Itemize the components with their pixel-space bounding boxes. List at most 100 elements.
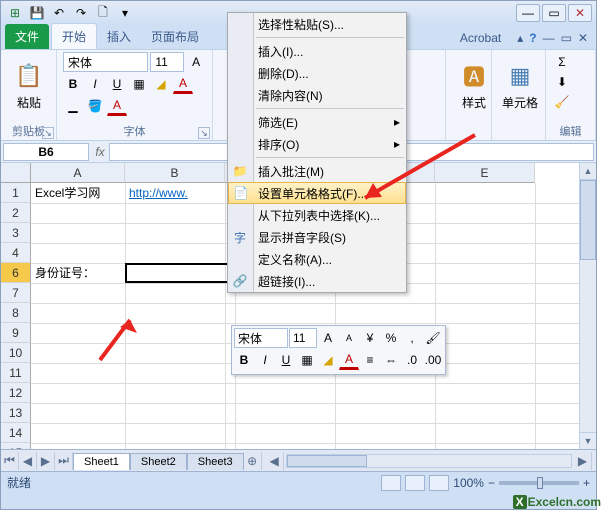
underline-button[interactable]: U	[107, 74, 127, 94]
minimize-button[interactable]: —	[516, 4, 540, 22]
styles-button[interactable]: 🅰 样式	[452, 52, 496, 118]
menu-phonetic[interactable]: 字显示拼音字段(S)	[228, 226, 406, 248]
mini-dec-dec[interactable]: .00	[423, 350, 443, 370]
sheet-tab-3[interactable]: Sheet3	[187, 453, 244, 470]
new-sheet-button[interactable]: ⊕	[244, 452, 262, 470]
mini-grow-font[interactable]: A	[318, 328, 338, 348]
row-header-selected[interactable]: 6	[1, 263, 31, 283]
row-header[interactable]: 3	[1, 223, 31, 243]
mini-font-color[interactable]: A	[339, 350, 359, 370]
doc-max-button[interactable]: ▭	[561, 31, 572, 45]
menu-hyperlink[interactable]: 🔗超链接(I)...	[228, 270, 406, 292]
row-header[interactable]: 11	[1, 363, 31, 383]
menu-dropdown-select[interactable]: 从下拉列表中选择(K)...	[228, 204, 406, 226]
fx-icon[interactable]: fx	[91, 145, 109, 159]
mini-border[interactable]: ▦	[297, 350, 317, 370]
menu-format-cells[interactable]: 📄设置单元格格式(F)..	[228, 182, 406, 204]
view-layout-button[interactable]	[405, 475, 425, 491]
col-header-a[interactable]: A	[31, 163, 125, 183]
cell-a1[interactable]: Excel学习网	[33, 183, 102, 203]
col-header-e[interactable]: E	[435, 163, 535, 183]
sheet-nav-first[interactable]: ⏮	[1, 452, 19, 470]
zoom-slider[interactable]	[499, 481, 579, 485]
row-header[interactable]: 13	[1, 403, 31, 423]
border-button[interactable]: ▦	[129, 74, 149, 94]
menu-clear[interactable]: 清除内容(N)	[228, 84, 406, 106]
close-button[interactable]: ✕	[568, 4, 592, 22]
tab-file[interactable]: 文件	[5, 24, 49, 49]
row-header[interactable]: 7	[1, 283, 31, 303]
mini-size-combo[interactable]: 11	[289, 328, 317, 348]
clipboard-launcher[interactable]: ↘	[42, 127, 54, 139]
fill-color2-button[interactable]: 🪣	[85, 96, 105, 116]
scroll-down-icon[interactable]: ▼	[580, 432, 596, 449]
doc-close-button[interactable]: ✕	[578, 31, 588, 45]
sheet-nav-prev[interactable]: ◀	[19, 452, 37, 470]
mini-fill-color[interactable]: ◢	[318, 350, 338, 370]
mini-merge[interactable]: ⇔	[381, 350, 401, 370]
row-header[interactable]: 10	[1, 343, 31, 363]
hscroll-right[interactable]: ▶	[574, 452, 592, 470]
clear-button[interactable]: 🧹	[552, 92, 572, 112]
vertical-scrollbar[interactable]: ▲ ▼	[579, 163, 596, 449]
bold-button[interactable]: B	[63, 74, 83, 94]
scroll-thumb[interactable]	[580, 180, 596, 260]
sheet-tab-2[interactable]: Sheet2	[130, 453, 187, 470]
grow-font-button[interactable]: A	[186, 52, 206, 72]
mini-comma[interactable]: ,	[402, 328, 422, 348]
mini-bold[interactable]: B	[234, 350, 254, 370]
italic-button[interactable]: I	[85, 74, 105, 94]
sheet-tab-1[interactable]: Sheet1	[73, 453, 130, 470]
maximize-button[interactable]: ▭	[542, 4, 566, 22]
mini-dec-inc[interactable]: .0	[402, 350, 422, 370]
row-header[interactable]: 15	[1, 443, 31, 449]
hscroll-left[interactable]: ◀	[266, 452, 284, 470]
cells-button[interactable]: ▦ 单元格	[498, 52, 542, 118]
new-button[interactable]: 🗋	[93, 3, 113, 23]
cell-a6[interactable]: 身份证号：	[33, 263, 97, 283]
menu-paste-special[interactable]: 选择性粘贴(S)...	[228, 13, 406, 35]
paste-button[interactable]: 📋 粘贴	[7, 52, 51, 118]
redo-button[interactable]: ↷	[71, 3, 91, 23]
row-header[interactable]: 4	[1, 243, 31, 263]
cell-b1-link[interactable]: http://www.	[127, 183, 190, 203]
zoom-slider-thumb[interactable]	[537, 477, 543, 489]
tab-acrobat[interactable]: Acrobat	[450, 27, 511, 49]
qat-more-icon[interactable]: ▾	[115, 3, 135, 23]
doc-min-button[interactable]: —	[543, 31, 555, 45]
menu-define-name[interactable]: 定义名称(A)...	[228, 248, 406, 270]
hscroll-thumb[interactable]	[287, 455, 367, 467]
view-normal-button[interactable]	[381, 475, 401, 491]
menu-insert-comment[interactable]: 📁插入批注(M)	[228, 160, 406, 182]
tab-layout[interactable]: 页面布局	[141, 24, 209, 49]
select-all-corner[interactable]	[1, 163, 31, 183]
row-header[interactable]: 14	[1, 423, 31, 443]
sheet-nav-last[interactable]: ⏭	[55, 452, 73, 470]
zoom-out-button[interactable]: −	[488, 476, 495, 490]
mini-underline[interactable]: U	[276, 350, 296, 370]
menu-sort[interactable]: 排序(O)▸	[228, 133, 406, 155]
fill-button[interactable]: ⬇	[552, 72, 572, 92]
excel-icon[interactable]: ⊞	[5, 3, 25, 23]
zoom-in-button[interactable]: +	[583, 476, 590, 490]
border-bottom-button[interactable]: ▁	[63, 96, 83, 116]
font-color-button[interactable]: A	[173, 74, 193, 94]
name-box[interactable]: B6	[3, 143, 89, 161]
mini-center[interactable]: ≡	[360, 350, 380, 370]
mini-percent[interactable]: %	[381, 328, 401, 348]
undo-button[interactable]: ↶	[49, 3, 69, 23]
tab-home[interactable]: 开始	[51, 23, 97, 49]
mini-italic[interactable]: I	[255, 350, 275, 370]
sheet-nav-next[interactable]: ▶	[37, 452, 55, 470]
row-header[interactable]: 2	[1, 203, 31, 223]
row-header[interactable]: 1	[1, 183, 31, 203]
font-name-combo[interactable]: 宋体	[63, 52, 148, 72]
mini-shrink-font[interactable]: A	[339, 328, 359, 348]
font-launcher[interactable]: ↘	[198, 127, 210, 139]
mini-format-painter[interactable]: 🖌	[423, 328, 443, 348]
zoom-level[interactable]: 100%	[453, 476, 484, 490]
save-button[interactable]: 💾	[27, 3, 47, 23]
menu-delete[interactable]: 删除(D)...	[228, 62, 406, 84]
hscroll-track[interactable]	[286, 454, 572, 468]
fill-color-button[interactable]: ◢	[151, 74, 171, 94]
